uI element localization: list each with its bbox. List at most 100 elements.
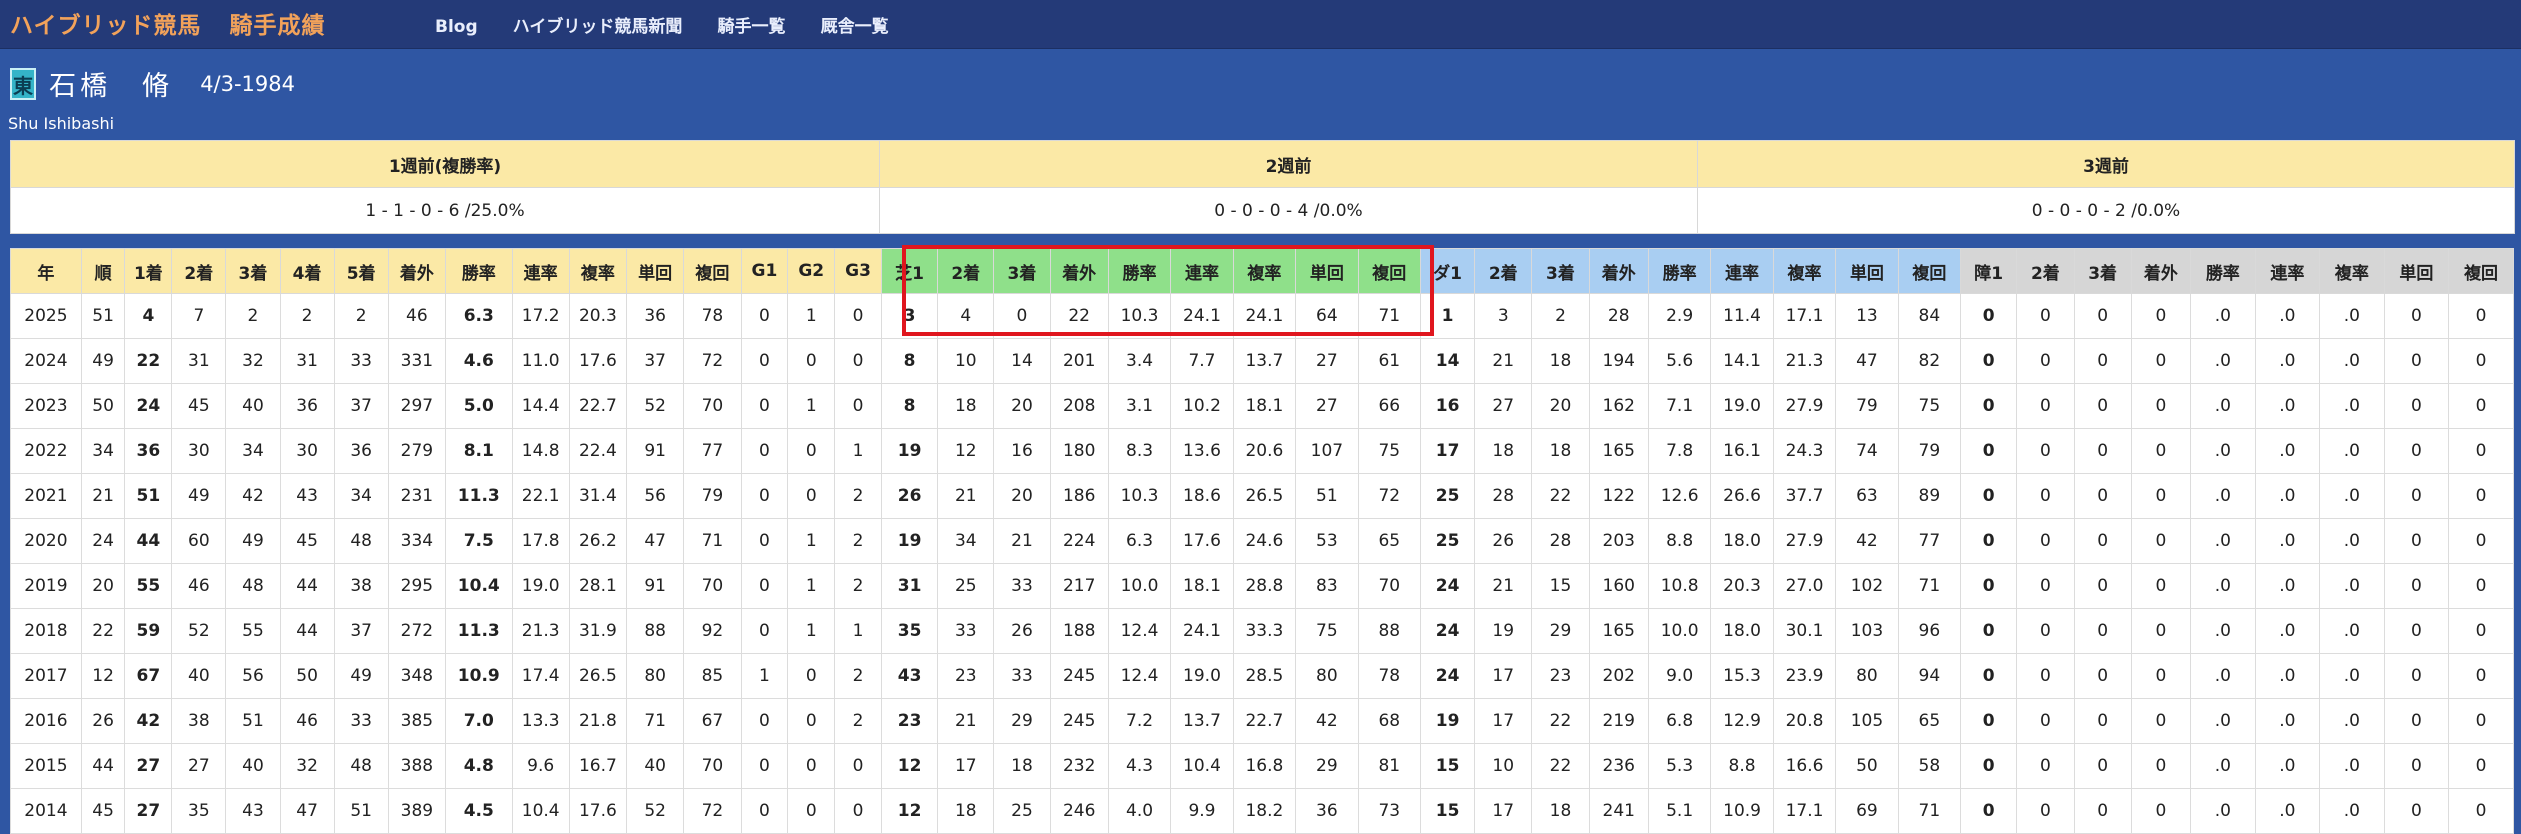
table-cell: 12.6 (1647, 473, 1712, 519)
table-cell: 53 (1295, 518, 1359, 564)
table-cell: 27 (171, 743, 227, 789)
table-cell: 47 (1835, 338, 1899, 384)
table-cell: .0 (2319, 743, 2385, 789)
table-cell: 77 (683, 428, 742, 474)
table-cell: 27.9 (1772, 518, 1837, 564)
table-cell: 17 (937, 743, 995, 789)
table-cell: 272 (387, 608, 446, 654)
col-header-20: 勝率 (1107, 248, 1172, 294)
table-cell: 51 (1295, 473, 1359, 519)
table-cell: 75 (1295, 608, 1359, 654)
col-header-11: 単回 (626, 248, 685, 294)
table-cell: 21 (937, 473, 995, 519)
table-cell: 10.3 (1107, 473, 1172, 519)
jockey-name: 石橋 脩 (49, 71, 174, 102)
table-cell: 80 (1835, 653, 1899, 699)
table-cell: 45 (80, 788, 126, 834)
table-cell: 65 (1897, 698, 1962, 744)
nav-link-jockey-list[interactable]: 騎手一覧 (718, 17, 786, 37)
col-header-8: 勝率 (444, 248, 513, 294)
table-cell: 42 (225, 473, 281, 519)
table-cell: 0 (2016, 473, 2075, 519)
table-cell: 18.1 (1232, 383, 1297, 429)
col-header-34: 障1 (1960, 248, 2018, 294)
table-cell: 388 (387, 743, 446, 789)
table-cell: 0 (2448, 743, 2514, 789)
table-cell: 3.1 (1107, 383, 1172, 429)
table-cell: 31.9 (568, 608, 628, 654)
jockey-romaji: Shu Ishibashi (8, 114, 115, 133)
section-title[interactable]: 騎手成績 (230, 13, 326, 39)
table-cell: 81 (1357, 743, 1422, 789)
nav-link-blog[interactable]: Blog (435, 17, 478, 37)
table-cell: .0 (2190, 473, 2256, 519)
table-row: 2014 45 27 35 43 47 51 389 4.5 10.4 17.6 52 72 0 0 0 12 1… (10, 788, 2514, 834)
table-cell: 1 (834, 428, 882, 474)
table-cell: 24 (1420, 563, 1476, 609)
table-cell: 94 (1897, 653, 1962, 699)
table-cell: 10.9 (444, 653, 513, 699)
table-cell: 0 (834, 293, 882, 339)
table-cell: 0 (834, 788, 882, 834)
nav-link-newspaper[interactable]: ハイブリッド競馬新聞 (513, 17, 683, 37)
table-cell: 102 (1835, 563, 1899, 609)
table-cell: 79 (683, 473, 742, 519)
table-cell: .0 (2254, 563, 2321, 609)
table-cell: 55 (124, 563, 173, 609)
table-cell: 0 (2448, 653, 2514, 699)
table-cell: 10.8 (1647, 563, 1712, 609)
table-cell: 105 (1835, 698, 1899, 744)
table-cell: 13.7 (1170, 698, 1234, 744)
table-cell: 24.6 (1232, 518, 1297, 564)
table-cell: 1 (787, 608, 836, 654)
affiliation-badge: 東 (10, 67, 36, 100)
table-cell: 2017 (10, 653, 82, 699)
table-cell: 44 (124, 518, 173, 564)
table-cell: 37 (333, 608, 389, 654)
table-cell: 22 (1531, 743, 1590, 789)
col-header-17: 2着 (937, 248, 995, 294)
table-cell: 25 (1420, 473, 1476, 519)
table-cell: 7.8 (1647, 428, 1712, 474)
table-cell: 36 (279, 383, 335, 429)
site-brand[interactable]: ハイブリッド競馬 騎手成績 (10, 6, 354, 40)
site-title[interactable]: ハイブリッド競馬 (10, 13, 202, 39)
table-cell: 48 (333, 743, 389, 789)
table-cell: .0 (2254, 293, 2321, 339)
table-cell: 22 (80, 608, 126, 654)
table-cell: .0 (2319, 383, 2385, 429)
table-cell: 23 (937, 653, 995, 699)
table-cell: 32 (225, 338, 281, 384)
table-cell: 52 (171, 608, 227, 654)
table-cell: 63 (1835, 473, 1899, 519)
table-cell: 37 (333, 383, 389, 429)
table-cell: 27.9 (1772, 383, 1837, 429)
table-cell: 26 (880, 473, 939, 519)
table-cell: 22 (1049, 293, 1109, 339)
table-cell: 36 (124, 428, 173, 474)
table-cell: 44 (80, 743, 126, 789)
table-cell: 17 (1474, 653, 1533, 699)
table-cell: 37.7 (1772, 473, 1837, 519)
col-header-35: 2着 (2016, 248, 2075, 294)
nav-link-stable-list[interactable]: 厩舎一覧 (821, 17, 889, 37)
table-cell: 7.7 (1170, 338, 1234, 384)
table-cell: 18.1 (1170, 563, 1234, 609)
table-cell: 0 (2016, 338, 2075, 384)
week-1-value: 1 - 1 - 0 - 6 /25.0% (10, 187, 880, 234)
table-cell: 10 (1474, 743, 1533, 789)
col-header-3: 2着 (171, 248, 227, 294)
table-cell: 0 (1960, 518, 2018, 564)
table-cell: 56 (626, 473, 685, 519)
col-header-38: 勝率 (2190, 248, 2256, 294)
table-cell: 29 (1295, 743, 1359, 789)
table-cell: 15 (1420, 788, 1476, 834)
table-cell: 17.1 (1772, 788, 1837, 834)
table-cell: 295 (387, 563, 446, 609)
table-cell: .0 (2190, 788, 2256, 834)
table-cell: 67 (124, 653, 173, 699)
table-cell: 44 (279, 563, 335, 609)
table-cell: 13.3 (511, 698, 570, 744)
table-cell: 0 (1960, 743, 2018, 789)
table-cell: 10.3 (1107, 293, 1172, 339)
